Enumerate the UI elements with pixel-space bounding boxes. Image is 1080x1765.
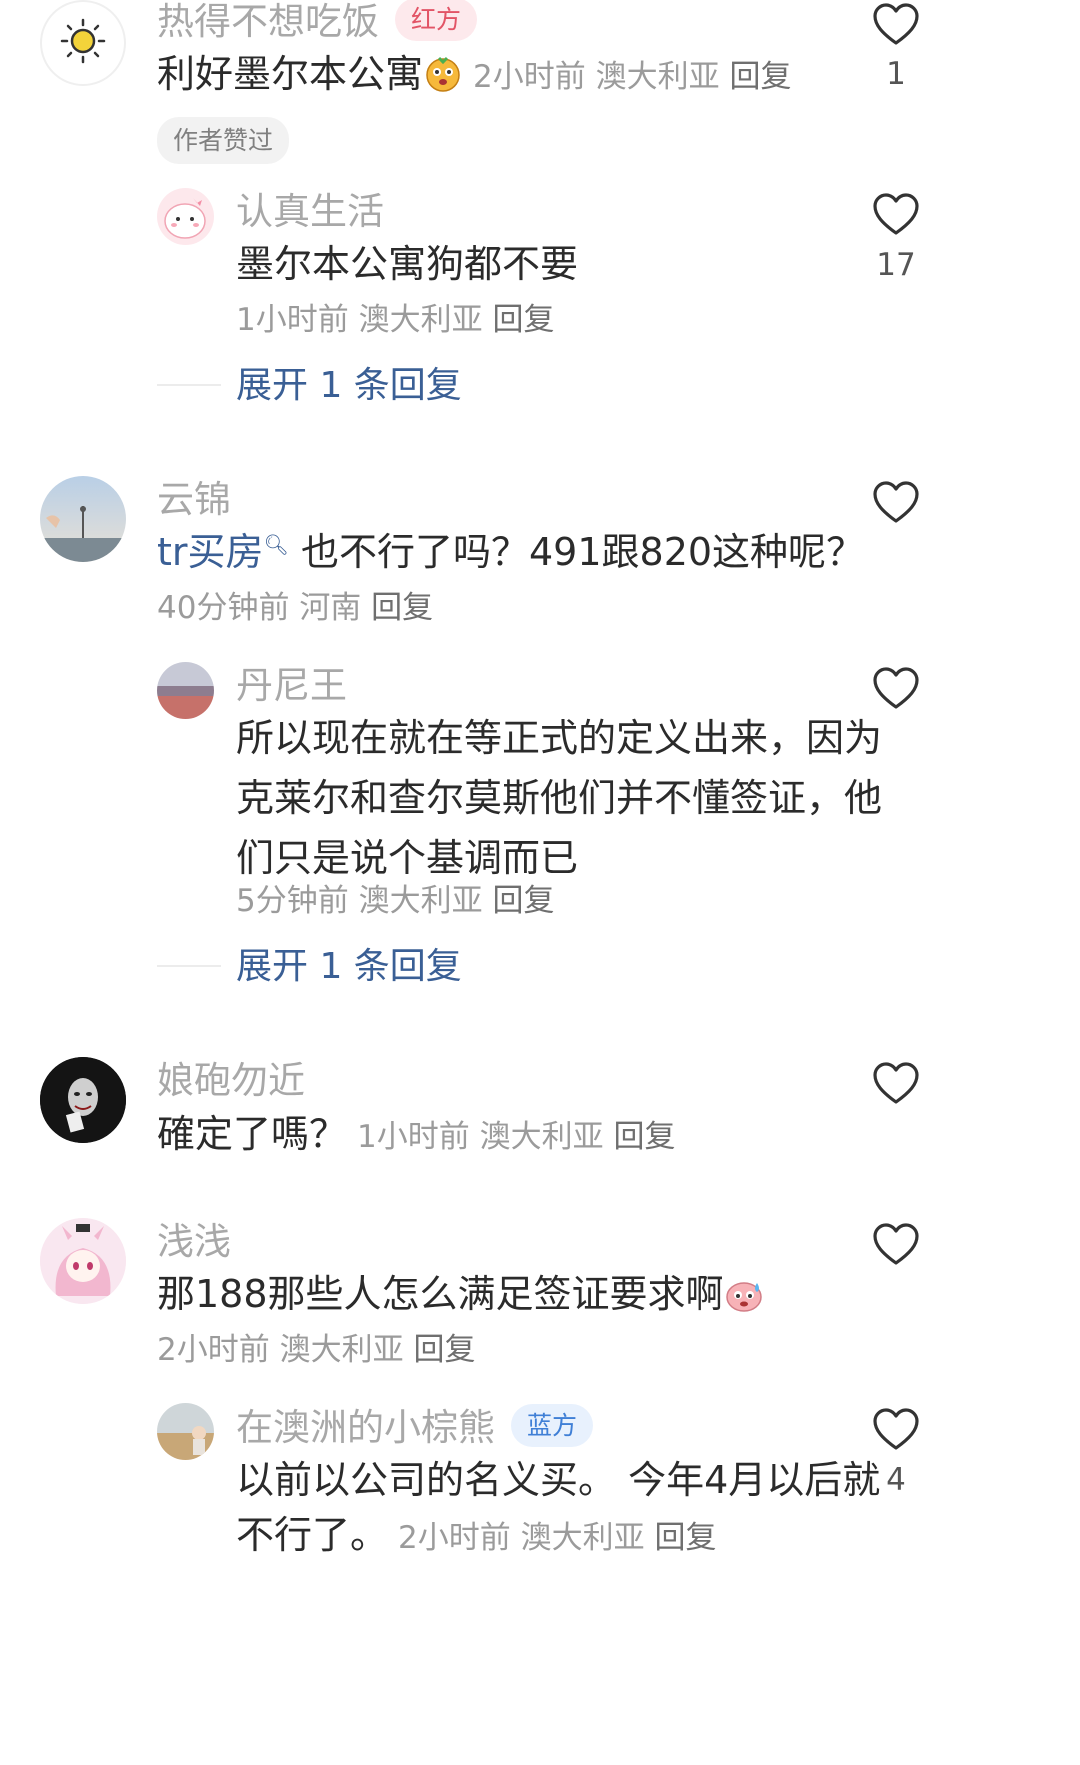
reply-button[interactable]: 回复 <box>654 1520 716 1556</box>
avatar[interactable] <box>157 1403 214 1460</box>
dizzy-face-emoji-icon <box>423 53 463 93</box>
comment-text: 以前以公司的名义买。 今年4月以后就 <box>236 1458 881 1502</box>
comment-text: 所以现在就在等正式的定义出来，因为克莱尔和查尔莫斯他们并不懂签证，他们只是说个基… <box>236 716 883 880</box>
avatar[interactable] <box>40 1218 126 1304</box>
comment-location: 澳大利亚 <box>479 1119 604 1155</box>
expand-replies-button[interactable]: 展开 1 条回复 <box>236 368 462 404</box>
comment-time: 5分钟前 <box>236 883 349 919</box>
comment-location: 河南 <box>299 590 362 626</box>
comment-text: 確定了嗎？ 1小时前 澳大利亚 回复 <box>157 1112 676 1156</box>
like-heart-icon[interactable] <box>872 192 920 236</box>
comment-text: 利好墨尔本公寓 2小时前 澳大利亚 回复 <box>157 52 792 96</box>
sweat-emoji-icon <box>724 1273 764 1313</box>
avatar[interactable] <box>40 0 126 86</box>
comment-text: 不行了。 2小时前 澳大利亚 回复 <box>236 1513 717 1557</box>
comment-time: 2小时前 <box>473 59 586 95</box>
comment-meta: 2小时前 澳大利亚 回复 <box>157 1335 475 1366</box>
avatar[interactable] <box>157 188 214 245</box>
search-icon: 🔍︎ <box>263 532 289 557</box>
like-heart-icon[interactable] <box>872 480 920 524</box>
red-side-badge: 红方 <box>395 0 478 41</box>
comment-time: 1小时前 <box>357 1119 470 1155</box>
reply-button[interactable]: 回复 <box>613 1119 675 1155</box>
comment-location: 澳大利亚 <box>520 1520 645 1556</box>
comment-meta: 1小时前 澳大利亚 回复 <box>236 305 554 336</box>
like-count: 1 <box>886 56 906 92</box>
comment-meta: 5分钟前 澳大利亚 回复 <box>236 886 554 917</box>
comment-time: 40分钟前 <box>157 590 290 626</box>
username[interactable]: 在澳洲的小棕熊 蓝方 <box>236 1404 594 1451</box>
comment-text: 墨尔本公寓狗都不要 <box>236 242 579 286</box>
username[interactable]: 认真生活 <box>236 193 384 230</box>
username[interactable]: 云锦 <box>157 481 231 518</box>
sunset-photo-icon <box>157 662 214 719</box>
like-heart-icon[interactable] <box>872 1407 920 1451</box>
comment-meta: 40分钟前 河南 回复 <box>157 593 433 624</box>
comment-time: 1小时前 <box>236 302 349 338</box>
mention-link[interactable]: tr买房🔍︎ <box>157 530 289 574</box>
reply-button[interactable]: 回复 <box>729 59 791 95</box>
like-count: 4 <box>886 1462 906 1498</box>
anime-girl-icon <box>40 1218 126 1304</box>
divider <box>157 384 221 386</box>
comment-time: 2小时前 <box>398 1520 511 1556</box>
comment-location: 澳大利亚 <box>279 1332 404 1368</box>
sky-photo-icon <box>40 476 126 562</box>
avatar[interactable] <box>40 1057 126 1143</box>
reply-button[interactable]: 回复 <box>492 302 554 338</box>
comment-location: 澳大利亚 <box>358 883 483 919</box>
like-heart-icon[interactable] <box>872 1061 920 1105</box>
sun-icon <box>60 18 106 64</box>
like-count: 17 <box>876 247 916 283</box>
reply-button[interactable]: 回复 <box>492 883 554 919</box>
username[interactable]: 丹尼王 <box>236 667 347 704</box>
username[interactable]: 热得不想吃饭 红方 <box>157 0 478 45</box>
username[interactable]: 浅浅 <box>157 1223 231 1260</box>
like-heart-icon[interactable] <box>872 2 920 46</box>
comment-text: tr买房🔍︎ 也不行了吗？491跟820这种呢？ <box>157 530 865 574</box>
like-heart-icon[interactable] <box>872 666 920 710</box>
avatar[interactable] <box>40 476 126 562</box>
comment-time: 2小时前 <box>157 1332 270 1368</box>
like-heart-icon[interactable] <box>872 1222 920 1266</box>
joker-photo-icon <box>40 1057 126 1143</box>
reply-button[interactable]: 回复 <box>371 590 433 626</box>
cartoon-avatar-icon <box>164 198 206 239</box>
avatar[interactable] <box>157 662 214 719</box>
reply-button[interactable]: 回复 <box>413 1332 475 1368</box>
divider <box>157 965 221 967</box>
beach-photo-icon <box>157 1403 214 1460</box>
expand-replies-button[interactable]: 展开 1 条回复 <box>236 949 462 985</box>
comment-location: 澳大利亚 <box>358 302 483 338</box>
author-liked-tag: 作者赞过 <box>157 117 290 164</box>
comment-text: 那188那些人怎么满足签证要求啊 <box>157 1275 764 1317</box>
comment-location: 澳大利亚 <box>595 59 720 95</box>
blue-side-badge: 蓝方 <box>511 1404 594 1447</box>
username[interactable]: 娘砲勿近 <box>157 1062 305 1099</box>
